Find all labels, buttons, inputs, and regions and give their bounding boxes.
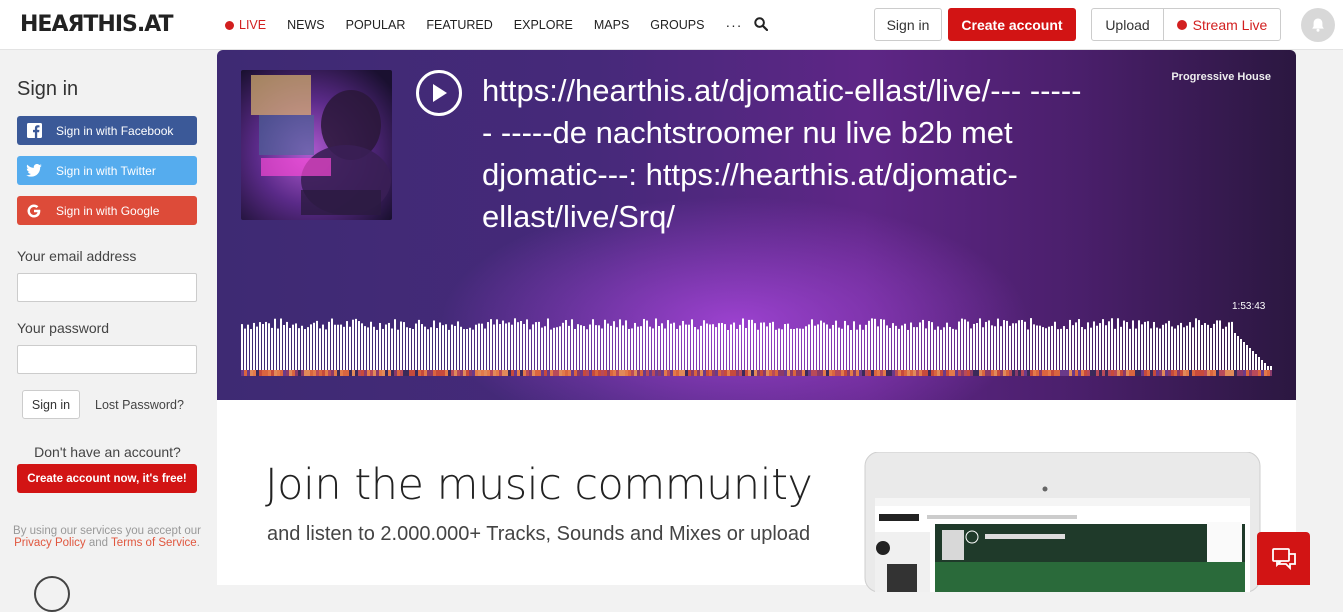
nav-news[interactable]: NEWS [287, 18, 325, 32]
laptop-preview-image [864, 452, 1261, 592]
play-button[interactable] [416, 70, 462, 116]
facebook-icon [26, 123, 42, 139]
search-icon[interactable] [754, 17, 768, 31]
create-account-free-button[interactable]: Create account now, it's free! [17, 464, 197, 493]
password-label: Your password [17, 320, 110, 336]
signin-facebook-button[interactable]: Sign in with Facebook [17, 116, 197, 145]
signin-button[interactable]: Sign in [874, 8, 942, 41]
play-icon [433, 84, 447, 102]
track-player: https://hearthis.at/djomatic-ellast/live… [217, 50, 1296, 400]
lost-password-link[interactable]: Lost Password? [95, 398, 184, 412]
more-menu-button[interactable]: ··· [725, 17, 742, 33]
top-navigation: HEAЯTHIS.AT LIVE NEWS POPULAR FEATURED E… [0, 0, 1343, 50]
email-label: Your email address [17, 248, 137, 264]
facebook-label: Sign in with Facebook [56, 123, 174, 138]
scroll-indicator-icon [34, 576, 70, 612]
live-dot-icon [1176, 19, 1187, 30]
nav-groups[interactable]: GROUPS [650, 18, 704, 32]
nav-live[interactable]: LIVE [225, 18, 266, 32]
nav-popular[interactable]: POPULAR [346, 18, 406, 32]
google-label: Sign in with Google [56, 203, 160, 218]
google-icon [26, 203, 42, 219]
terms-prefix: By using our services you accept our [13, 525, 201, 537]
promo-headline: Join the music community [265, 460, 813, 510]
sidebar-title: Sign in [17, 78, 79, 100]
signin-twitter-button[interactable]: Sign in with Twitter [17, 156, 197, 185]
track-duration: 1:53:43 [1232, 301, 1266, 312]
upload-button[interactable]: Upload [1091, 8, 1164, 41]
stream-live-label: Stream Live [1192, 16, 1268, 33]
notifications-bell-icon[interactable] [1301, 8, 1335, 42]
genre-tag[interactable]: Progressive House [1171, 71, 1271, 83]
nav-maps[interactable]: MAPS [594, 18, 629, 32]
live-dot-icon [225, 20, 234, 30]
no-account-text: Don't have an account? [34, 444, 181, 460]
main-nav: LIVE NEWS POPULAR FEATURED EXPLORE MAPS … [225, 0, 782, 50]
signin-google-button[interactable]: Sign in with Google [17, 196, 197, 225]
track-cover-image[interactable] [241, 70, 392, 220]
signin-sidebar: Sign in Sign in with Facebook Sign in wi… [0, 51, 215, 585]
site-logo[interactable]: HEAЯTHIS.AT [20, 12, 174, 37]
track-title[interactable]: https://hearthis.at/djomatic-ellast/live… [482, 70, 1082, 238]
create-account-button[interactable]: Create account [948, 8, 1076, 41]
join-promo-section: Join the music community and listen to 2… [217, 400, 1296, 592]
terms-and: and [85, 537, 112, 549]
chat-button[interactable] [1257, 532, 1310, 585]
terms-end: . [196, 537, 200, 549]
terms-notice: By using our services you accept our Pri… [12, 525, 202, 549]
nav-live-label: LIVE [239, 18, 267, 32]
stream-live-button[interactable]: Stream Live [1163, 8, 1281, 41]
twitter-icon [26, 163, 42, 179]
waveform[interactable] [241, 318, 1272, 376]
chat-icon [1271, 547, 1296, 570]
sidebar-signin-button[interactable]: Sign in [22, 390, 80, 419]
twitter-label: Sign in with Twitter [56, 163, 156, 178]
promo-subline: and listen to 2.000.000+ Tracks, Sounds … [267, 523, 811, 545]
terms-of-service-link[interactable]: Terms of Service [111, 537, 197, 549]
password-field[interactable] [17, 345, 197, 374]
privacy-policy-link[interactable]: Privacy Policy [14, 537, 86, 549]
nav-explore[interactable]: EXPLORE [514, 18, 573, 32]
email-field[interactable] [17, 273, 197, 302]
nav-featured[interactable]: FEATURED [426, 18, 492, 32]
